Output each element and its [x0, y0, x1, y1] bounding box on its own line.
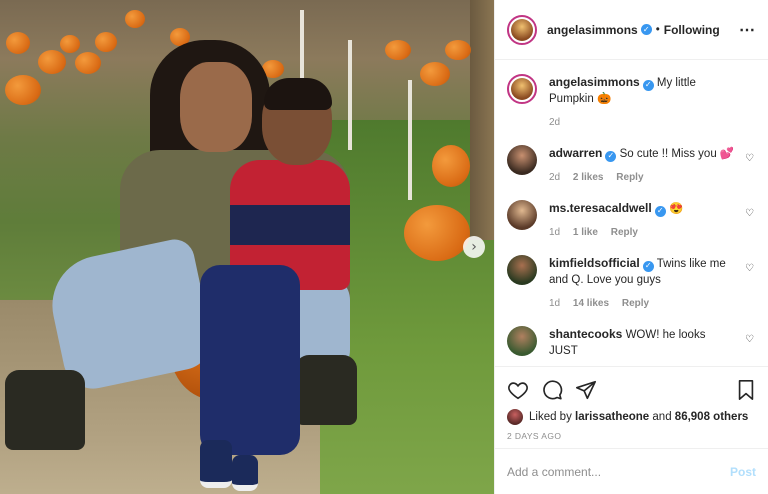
bookmark-icon[interactable] [736, 379, 756, 401]
comment-like-heart-icon[interactable]: ♡ [745, 153, 754, 164]
fence-post [348, 40, 352, 150]
pumpkin [95, 32, 117, 52]
post-header: angelasimmons ✓ • Following ⋯ [495, 0, 768, 60]
verified-badge-icon: ✓ [642, 260, 654, 272]
post-side-panel: angelasimmons ✓ • Following ⋯ angelasimm… [494, 0, 768, 494]
comment-emoji: 😍 [668, 203, 684, 215]
next-photo-button[interactable]: › [463, 236, 485, 258]
woman-face [180, 62, 252, 152]
following-button[interactable]: Following [664, 23, 720, 37]
comment-like-heart-icon[interactable]: ♡ [745, 263, 754, 274]
likes-summary: Liked by larissatheone and 86,908 others [507, 409, 756, 425]
sneaker [200, 440, 232, 488]
comment-item: kimfieldsofficial ✓ Twins like me and Q. … [507, 255, 756, 312]
verified-badge-icon: ✓ [642, 79, 654, 91]
share-icon[interactable] [575, 379, 597, 401]
commenter-avatar[interactable] [507, 145, 537, 175]
comment-username[interactable]: ms.teresacaldwell [549, 201, 652, 215]
boy-jacket-stripe [230, 205, 350, 245]
heart-icon[interactable] [507, 379, 529, 401]
commenter-avatar[interactable] [507, 200, 537, 230]
comment-age[interactable]: 2d [549, 172, 560, 183]
comment-likes[interactable]: 14 likes [573, 298, 609, 309]
comment-age[interactable]: 1d [549, 227, 560, 238]
boot [295, 355, 357, 425]
comment-icon[interactable] [541, 379, 563, 401]
more-options-icon[interactable]: ⋯ [739, 20, 756, 40]
author-username[interactable]: angelasimmons [547, 23, 638, 37]
commenter-avatar[interactable] [507, 326, 537, 356]
boot [5, 370, 85, 450]
chevron-right-icon: › [471, 239, 477, 255]
pumpkin [404, 205, 470, 261]
liked-by-conj: and [652, 411, 672, 423]
verified-badge-icon: ✓ [654, 205, 666, 217]
tree-trunk [470, 0, 494, 240]
comment-username[interactable]: kimfieldsofficial [549, 256, 640, 270]
pumpkin [432, 145, 470, 187]
pumpkin [6, 32, 30, 54]
pumpkin-emoji: 🎃 [596, 93, 612, 105]
pumpkin [75, 52, 101, 74]
post-timestamp[interactable]: 2 DAYS AGO [507, 431, 756, 441]
sneaker [232, 455, 258, 491]
comment-text: So cute !! Miss you [619, 148, 717, 160]
reply-button[interactable]: Reply [616, 172, 643, 183]
pumpkin [38, 50, 66, 74]
caption-username[interactable]: angelasimmons [549, 75, 640, 89]
pumpkin [125, 10, 145, 28]
caption-age[interactable]: 2d [549, 117, 560, 128]
comment-composer: Post [495, 448, 768, 494]
comment-item: ms.teresacaldwell ✓ 😍 1d 1 like Reply ♡ [507, 200, 756, 241]
pumpkin [60, 35, 80, 53]
pumpkin [445, 40, 471, 60]
verified-badge-icon: ✓ [605, 150, 617, 162]
caption: angelasimmons ✓ My little Pumpkin 🎃 2d [507, 74, 756, 131]
liked-by-prefix: Liked by [529, 411, 572, 423]
comment-like-heart-icon[interactable]: ♡ [745, 208, 754, 219]
comment-username[interactable]: shantecooks [549, 327, 622, 341]
pumpkin [5, 75, 41, 105]
comment-input[interactable] [507, 464, 730, 479]
reply-button[interactable]: Reply [611, 227, 638, 238]
fence-post [408, 80, 412, 200]
comment-username[interactable]: adwarren [549, 146, 602, 160]
commenter-avatar[interactable] [507, 255, 537, 285]
comment-age[interactable]: 1d [549, 298, 560, 309]
liker-avatar[interactable] [507, 409, 523, 425]
comment-likes[interactable]: 2 likes [573, 172, 604, 183]
post-actions: Liked by larissatheone and 86,908 others… [495, 366, 768, 441]
pumpkin [385, 40, 411, 60]
comment-like-heart-icon[interactable]: ♡ [745, 334, 754, 345]
likes-count[interactable]: 86,908 others [675, 411, 749, 423]
boy-hair [264, 78, 332, 110]
verified-badge-icon: ✓ [640, 24, 652, 35]
boy-pants [200, 265, 300, 455]
author-avatar[interactable] [507, 14, 537, 45]
comments-list[interactable]: angelasimmons ✓ My little Pumpkin 🎃 2d ad… [495, 60, 768, 366]
comment-emoji: 💕 [719, 148, 735, 160]
comment-item: adwarren ✓ So cute !! Miss you 💕 2d 2 lik… [507, 145, 756, 186]
post-photo: › [0, 0, 494, 494]
liker-username[interactable]: larissatheone [575, 411, 649, 423]
reply-button[interactable]: Reply [622, 298, 649, 309]
pumpkin [420, 62, 450, 86]
separator-dot: • [655, 23, 660, 36]
caption-avatar[interactable] [507, 74, 537, 104]
comment-item: shantecooks WOW! he looks JUST ♡ [507, 326, 756, 359]
post-comment-button[interactable]: Post [730, 465, 756, 479]
comment-likes[interactable]: 1 like [573, 227, 598, 238]
